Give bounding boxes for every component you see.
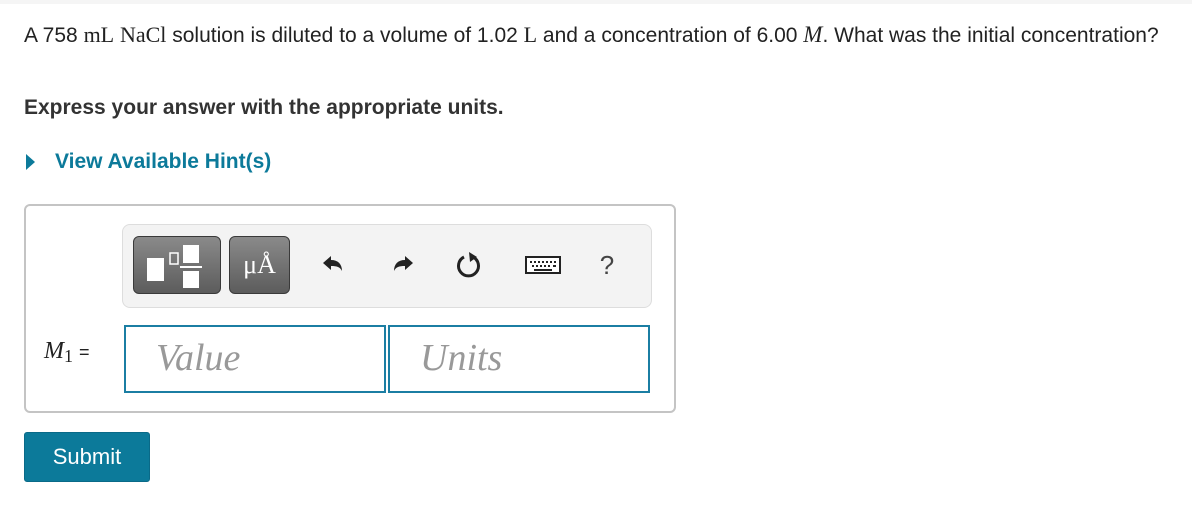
compound-formula: NaCl — [119, 22, 167, 47]
math-toolbar: μÅ ? — [122, 224, 652, 308]
submit-label: Submit — [52, 444, 122, 469]
reset-button[interactable] — [455, 251, 483, 279]
value-input[interactable]: Value — [124, 325, 386, 393]
keyboard-icon — [525, 256, 561, 274]
submit-button[interactable]: Submit — [24, 432, 150, 482]
question-mid2: and a concentration of 6.00 — [537, 24, 804, 47]
undo-icon — [323, 256, 342, 271]
redo-icon — [394, 256, 413, 271]
help-button[interactable]: ? — [593, 249, 621, 280]
expand-triangle-icon — [26, 154, 35, 170]
templates-button[interactable] — [133, 236, 221, 294]
redo-button[interactable] — [389, 251, 417, 279]
units-input[interactable]: Units — [388, 325, 650, 393]
hint-link-label: View Available Hint(s) — [55, 150, 272, 173]
units-button[interactable]: μÅ — [229, 236, 290, 294]
question-suffix: . What was the initial concentration? — [822, 24, 1159, 47]
question-mid: solution is diluted to a volume of 1.02 — [166, 24, 524, 47]
templates-icon — [147, 245, 202, 288]
variable-subscript: 1 — [64, 346, 73, 366]
equals-sign: = — [79, 342, 90, 362]
instruction-text: Express your answer with the appropriate… — [24, 96, 504, 119]
reset-icon — [457, 252, 480, 278]
value-placeholder: Value — [156, 337, 241, 379]
help-icon: ? — [599, 249, 615, 280]
view-hints-link[interactable]: View Available Hint(s) — [24, 150, 271, 174]
variable-name: M — [44, 338, 64, 364]
question-prefix: A 758 — [24, 24, 84, 47]
undo-button[interactable] — [319, 251, 347, 279]
answer-variable-label: M1 = — [44, 338, 90, 367]
top-strip — [0, 0, 1192, 4]
units-placeholder: Units — [420, 337, 503, 379]
keyboard-button[interactable] — [523, 251, 563, 279]
unit-molarity: M — [803, 22, 823, 47]
unit-ml: mL — [83, 22, 115, 47]
question-text: A 758 mL NaCl solution is diluted to a v… — [24, 20, 1184, 51]
units-button-label: μÅ — [243, 250, 276, 279]
unit-l: L — [523, 22, 538, 47]
answer-panel: μÅ ? M1 = Value Units — [24, 204, 676, 413]
